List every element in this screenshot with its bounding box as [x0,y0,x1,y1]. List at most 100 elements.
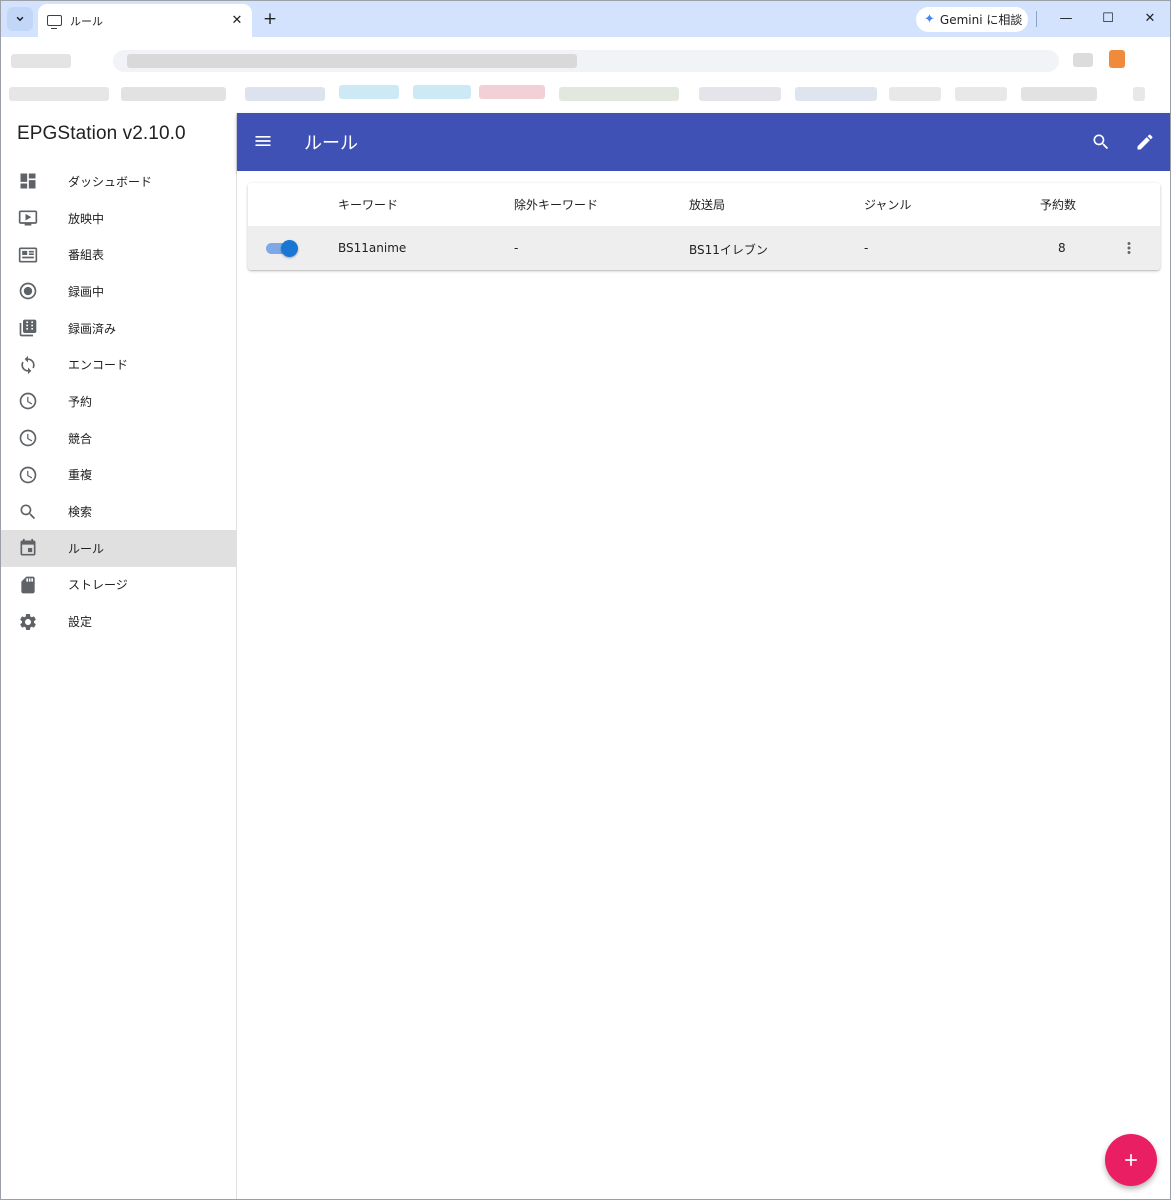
sidebar-item-encode[interactable]: エンコード [1,346,237,383]
cell-genre: - [864,241,869,255]
sidebar-item-search[interactable]: 検索 [1,493,237,530]
clock-icon [18,465,38,485]
bookmark-blurred [1133,87,1145,101]
sidebar-item-overlaps[interactable]: 重複 [1,457,237,494]
sidebar-item-label: ルール [68,541,105,556]
page-title: ルール [304,133,358,154]
table-row[interactable]: BS11anime - BS11イレブン - 8 [248,226,1160,270]
bookmark-blurred [889,87,941,101]
browser-window: ルール ✕ + ✦ Gemini に相談 — ☐ ✕ EPGStation v2… [0,0,1171,1200]
column-header-keyword: キーワード [338,198,399,212]
dashboard-icon [18,171,38,191]
tab-title: ルール [70,14,103,28]
rule-enabled-toggle[interactable] [264,238,298,258]
column-header-genre: ジャンル [864,198,912,212]
more-vert-icon[interactable] [1120,238,1138,258]
sidebar-item-conflicts[interactable]: 競合 [1,420,237,457]
bookmark-blurred [795,87,877,101]
new-tab-button[interactable]: + [259,8,281,30]
search-icon [18,502,38,522]
main-content: キーワード 除外キーワード 放送局 ジャンル 予約数 BS11anime - B… [237,171,1170,1199]
sidebar-item-storage[interactable]: ストレージ [1,567,237,604]
maximize-button[interactable]: ☐ [1093,7,1123,31]
guide-icon [18,245,38,265]
chevron-down-icon [16,16,24,22]
sd-card-icon [18,575,38,595]
browser-tab[interactable]: ルール ✕ [38,4,252,37]
nav-buttons-blurred [11,54,71,68]
sidebar-item-label: 放映中 [68,211,105,226]
sidebar-item-on-air[interactable]: 放映中 [1,200,237,237]
bookmark-blurred [479,85,545,99]
tab-search-button[interactable] [7,7,33,31]
sidebar-item-label: 番組表 [68,248,105,263]
gemini-button[interactable]: ✦ Gemini に相談 [916,7,1028,32]
bookmark-blurred [339,85,399,99]
sidebar-nav: ダッシュボード 放映中 番組表 録画中 録画済み エンコード 予約 競合 重複 … [1,163,237,640]
plus-icon [1125,1154,1137,1166]
bookmark-blurred [9,87,109,101]
tab-strip: ルール ✕ + ✦ Gemini に相談 — ☐ ✕ [1,1,1170,37]
browser-toolbar-blurred [1,37,1170,113]
tv-play-icon [18,208,38,228]
sidebar-item-recorded[interactable]: 録画済み [1,310,237,347]
calendar-icon [18,538,38,558]
table-header: キーワード 除外キーワード 放送局 ジャンル 予約数 [248,183,1160,225]
app-title: EPGStation v2.10.0 [17,123,186,144]
sync-icon [18,355,38,375]
toggle-thumb [281,240,298,257]
sidebar-item-label: 設定 [68,615,93,630]
cell-reserves: 8 [1058,241,1066,255]
url-blurred [127,54,577,68]
sidebar-item-recording[interactable]: 録画中 [1,273,237,310]
add-rule-button[interactable] [1105,1134,1157,1186]
cell-keyword: BS11anime [338,241,407,255]
app-bar: ルール [237,113,1170,171]
sidebar-item-label: 重複 [68,468,93,483]
video-library-icon [18,318,38,338]
sidebar-item-label: エンコード [68,358,129,373]
bookmark-blurred [413,85,471,99]
column-header-ignore-keyword: 除外キーワード [514,198,599,212]
sidebar-item-label: 競合 [68,431,93,446]
sidebar-item-label: ダッシュボード [68,174,153,189]
clock-icon [18,428,38,448]
edit-icon[interactable] [1135,132,1155,152]
column-header-reserves: 予約数 [1040,198,1077,212]
rules-table: キーワード 除外キーワード 放送局 ジャンル 予約数 BS11anime - B… [248,183,1160,270]
gear-icon [18,612,38,632]
extension-blurred [1073,53,1093,67]
gemini-sparkle-icon: ✦ [924,12,935,27]
extension-icon[interactable] [1109,50,1125,68]
bookmark-blurred [955,87,1007,101]
bookmark-blurred [559,87,679,101]
cell-channel: BS11イレブン [689,243,768,257]
record-icon [18,281,38,301]
sidebar-item-label: ストレージ [68,578,128,593]
monitor-icon [47,15,62,29]
sidebar-item-label: 予約 [68,394,93,409]
gemini-label: Gemini に相談 [939,13,1023,27]
sidebar-item-rules[interactable]: ルール [1,529,237,567]
menu-icon[interactable] [253,131,273,151]
sidebar-item-reserves[interactable]: 予約 [1,383,237,420]
sidebar-item-dashboard[interactable]: ダッシュボード [1,163,237,200]
bookmark-blurred [121,87,226,101]
sidebar-item-label: 録画中 [68,284,105,299]
divider [1036,11,1037,27]
sidebar-item-label: 録画済み [68,321,117,336]
sidebar: EPGStation v2.10.0 ダッシュボード 放映中 番組表 録画中 録… [1,113,237,1199]
bookmark-blurred [1021,87,1097,101]
cell-ignore-keyword: - [514,241,519,255]
sidebar-item-settings[interactable]: 設定 [1,603,237,640]
minimize-button[interactable]: — [1051,7,1081,31]
clock-icon [18,391,38,411]
bookmark-blurred [699,87,781,101]
sidebar-item-label: 検索 [68,505,93,520]
bookmark-blurred [245,87,325,101]
close-tab-icon[interactable]: ✕ [228,13,246,28]
column-header-channel: 放送局 [689,198,726,212]
close-window-button[interactable]: ✕ [1135,7,1165,31]
search-icon[interactable] [1091,132,1111,152]
sidebar-item-guide[interactable]: 番組表 [1,236,237,273]
